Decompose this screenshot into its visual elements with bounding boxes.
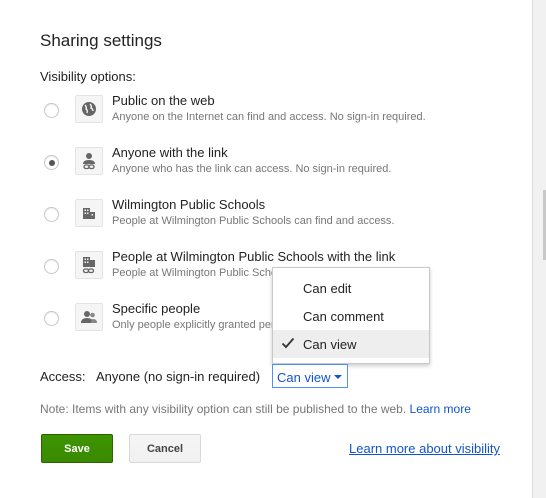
- save-button[interactable]: Save: [41, 434, 113, 463]
- people-icon: [75, 303, 103, 331]
- learn-more-link[interactable]: Learn more: [410, 402, 471, 416]
- access-label: Access:: [40, 369, 86, 384]
- dialog-title: Sharing settings: [40, 31, 162, 50]
- radio-domain-with-link[interactable]: [44, 259, 59, 274]
- visibility-option-anyone-with-link[interactable]: Anyone with the link Anyone who has the …: [40, 145, 520, 187]
- visibility-option-domain[interactable]: Wilmington Public Schools People at Wilm…: [40, 197, 520, 239]
- visibility-options-label: Visibility options:: [40, 69, 136, 84]
- globe-icon: [75, 95, 103, 123]
- option-title: Specific people: [112, 301, 201, 316]
- option-title: Public on the web: [112, 93, 215, 108]
- person-link-icon: [75, 147, 103, 175]
- radio-domain[interactable]: [44, 207, 59, 222]
- radio-public[interactable]: [44, 103, 59, 118]
- publish-note: Note: Items with any visibility option c…: [40, 402, 471, 416]
- option-title: People at Wilmington Public Schools with…: [112, 249, 396, 264]
- option-title: Wilmington Public Schools: [112, 197, 266, 212]
- option-description: People at Wilmington Public Schools: [112, 267, 292, 279]
- menu-item-can-comment[interactable]: Can comment: [273, 302, 429, 330]
- building-link-icon: [75, 251, 103, 279]
- menu-item-label: Can view: [303, 337, 357, 352]
- permission-menu: Can edit Can comment Can view: [272, 267, 430, 364]
- visibility-option-public[interactable]: Public on the web Anyone on the Internet…: [40, 93, 520, 135]
- note-text: Note: Items with any visibility option c…: [40, 402, 407, 416]
- access-permission-dropdown[interactable]: Can view: [272, 364, 348, 388]
- chevron-down-icon: [334, 375, 342, 379]
- checkmark-icon: [281, 336, 295, 350]
- menu-item-label: Can edit: [303, 281, 352, 296]
- radio-anyone-with-link[interactable]: [44, 155, 59, 170]
- menu-item-label: Can comment: [303, 309, 384, 324]
- sharing-settings-dialog: Sharing settings Visibility options: Pub…: [0, 0, 532, 498]
- building-icon: [75, 199, 103, 227]
- radio-specific-people[interactable]: [44, 311, 59, 326]
- learn-more-visibility-link[interactable]: Learn more about visibility: [349, 441, 500, 456]
- dropdown-value: Can view: [277, 370, 331, 385]
- option-description: Anyone who has the link can access. No s…: [112, 163, 392, 175]
- menu-item-can-edit[interactable]: Can edit: [273, 274, 429, 302]
- cancel-button[interactable]: Cancel: [129, 434, 201, 463]
- option-description: People at Wilmington Public Schools can …: [112, 215, 395, 227]
- option-description: Anyone on the Internet can find and acce…: [112, 111, 426, 123]
- option-description: Only people explicitly granted per: [112, 319, 275, 331]
- option-title: Anyone with the link: [112, 145, 228, 160]
- menu-item-can-view[interactable]: Can view: [273, 330, 429, 358]
- access-value: Anyone (no sign-in required): [96, 369, 261, 384]
